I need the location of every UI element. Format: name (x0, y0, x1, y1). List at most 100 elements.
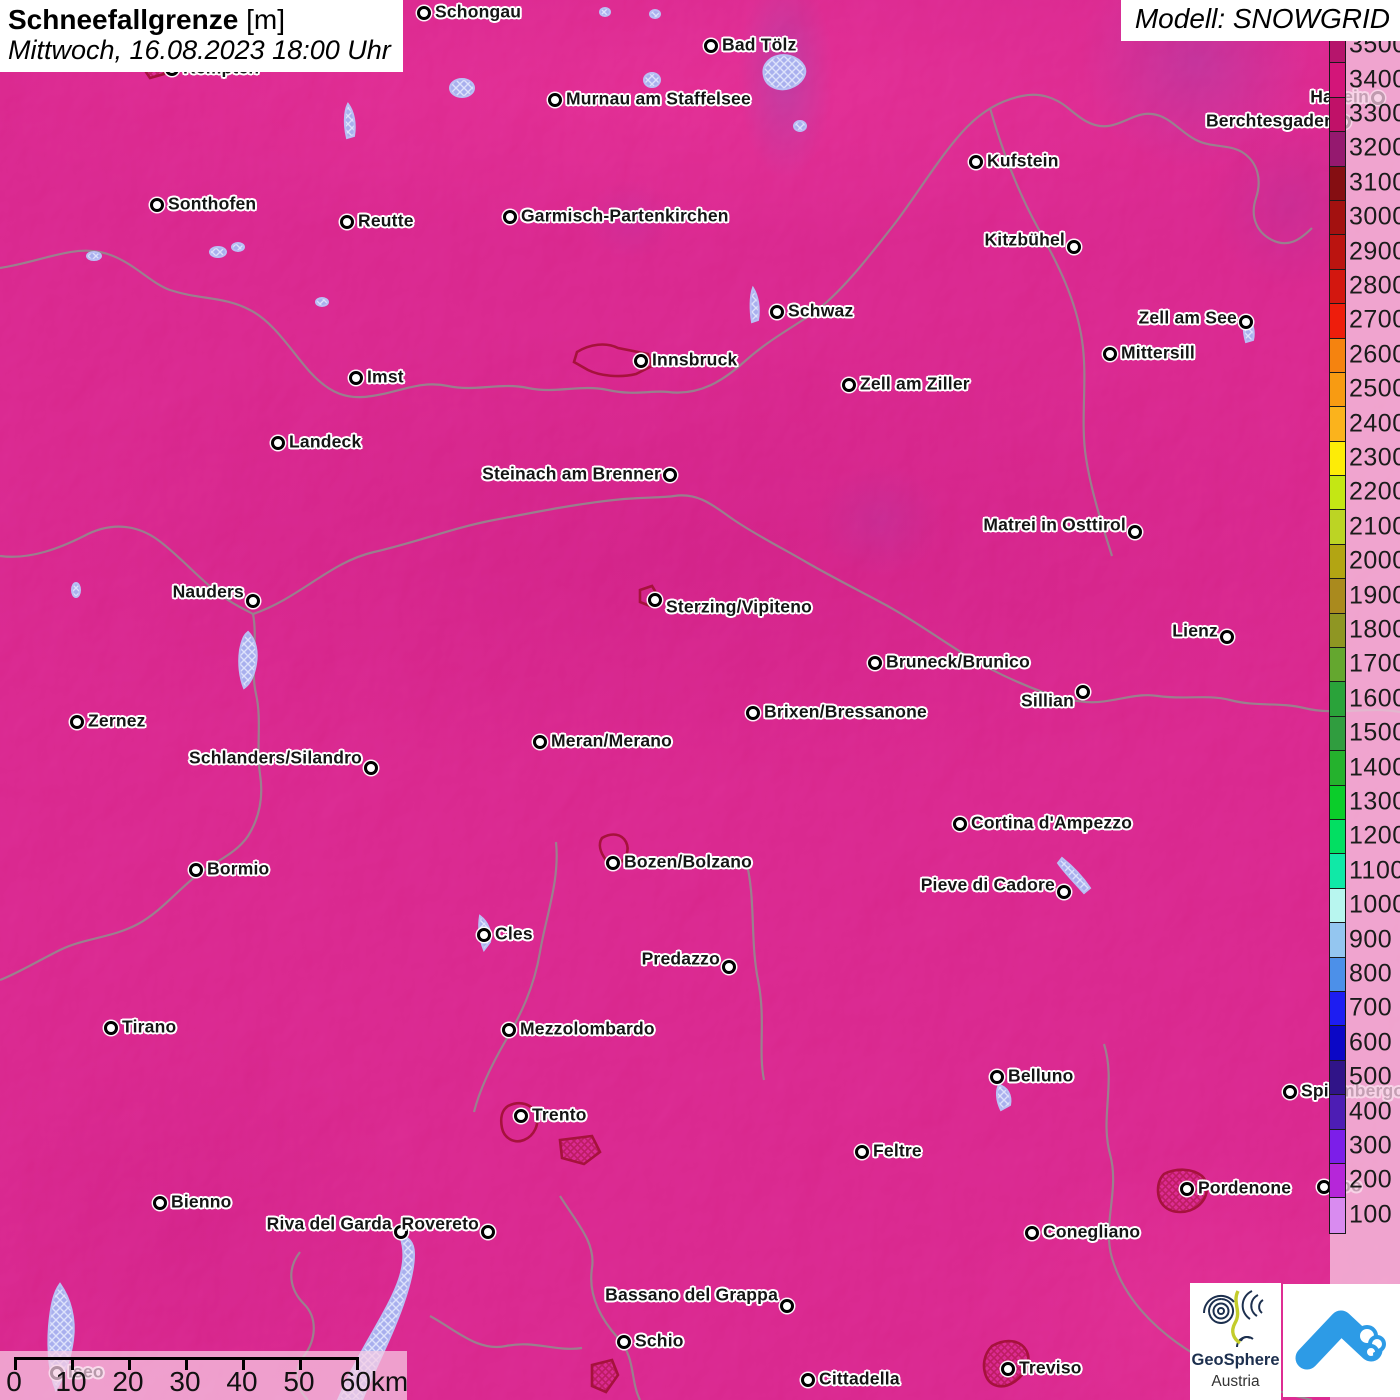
city-dot-cittadella (801, 1373, 815, 1387)
city-label-bozen-bolzano: Bozen/Bolzano (624, 851, 753, 872)
city-label-murnau-am-staffelsee: Murnau am Staffelsee (566, 88, 751, 109)
legend-color-step-900 (1330, 923, 1345, 958)
city-dot-brixen-bressanone (746, 706, 760, 720)
city-dot-zell-am-see (1239, 315, 1253, 329)
city-label-cles: Cles (495, 923, 533, 944)
city-label-kitzb-hel: Kitzbühel (984, 229, 1065, 250)
city-label-schwaz: Schwaz (788, 300, 854, 321)
legend-value-100: 100 (1349, 1200, 1393, 1229)
legend-color-step-2300 (1330, 441, 1345, 477)
legend-color-step-600 (1330, 1026, 1345, 1061)
city-label-zell-am-ziller: Zell am Ziller (860, 373, 970, 394)
city-label-trento: Trento (532, 1104, 587, 1125)
legend-value-1800: 1800 (1349, 615, 1400, 644)
legend-color-step-3300 (1330, 97, 1345, 133)
legend-color-step-2700 (1330, 304, 1345, 339)
legend-value-1100: 1100 (1349, 856, 1400, 885)
legend-color-step-2600 (1330, 338, 1345, 373)
legend-value-900: 900 (1349, 925, 1393, 954)
city-dot-mezzolombardo (502, 1023, 516, 1037)
legend-value-2300: 2300 (1349, 443, 1400, 472)
city-label-nauders: Nauders (172, 581, 244, 602)
city-label-meran-merano: Meran/Merano (551, 730, 673, 751)
legend-color-step-500 (1330, 1060, 1345, 1096)
scalebar-label-50: 50 (283, 1366, 315, 1397)
city-dot-zell-am-ziller (842, 378, 856, 392)
geosphere-logo-text: GeoSphere (1191, 1351, 1280, 1369)
legend-color-step-200 (1330, 1163, 1345, 1199)
legend-value-1300: 1300 (1349, 787, 1400, 816)
legend-color-step-3400 (1330, 63, 1345, 98)
legend-value-2100: 2100 (1349, 512, 1400, 541)
city-label-sillian: Sillian (1021, 690, 1074, 711)
city-label-cortina-d-ampezzo: Cortina d'Ampezzo (971, 812, 1133, 833)
legend-value-600: 600 (1349, 1028, 1393, 1057)
legend-color-step-2400 (1330, 407, 1345, 442)
city-dot-bormio (189, 863, 203, 877)
legend-value-1400: 1400 (1349, 753, 1400, 782)
city-dot-cles (477, 928, 491, 942)
city-label-landeck: Landeck (289, 431, 362, 452)
city-dot-bruneck-brunico (868, 656, 882, 670)
city-dot-murnau-am-staffelsee (548, 93, 562, 107)
city-dot-innsbruck (634, 354, 648, 368)
city-dot-bienno (153, 1196, 167, 1210)
legend-value-3100: 3100 (1349, 168, 1400, 197)
city-label-sonthofen: Sonthofen (168, 193, 257, 214)
geosphere-logo-subtext: Austria (1211, 1373, 1260, 1390)
city-label-riva-del-garda: Riva del Garda (266, 1213, 392, 1234)
city-dot-kufstein (969, 155, 983, 169)
city-dot-treviso (1001, 1362, 1015, 1376)
city-dot-belluno (990, 1070, 1004, 1084)
legend-value-3300: 3300 (1349, 99, 1400, 128)
city-dot-zernez (70, 715, 84, 729)
city-label-bruneck-brunico: Bruneck/Brunico (886, 651, 1030, 672)
city-dot-meran-merano (533, 735, 547, 749)
city-label-matrei-in-osttirol: Matrei in Osttirol (983, 514, 1126, 535)
legend-value-200: 200 (1349, 1165, 1393, 1194)
legend-value-1000: 1000 (1349, 890, 1400, 919)
legend-color-step-1800 (1330, 613, 1345, 649)
legend-value-2200: 2200 (1349, 477, 1400, 506)
legend-value-2600: 2600 (1349, 340, 1400, 369)
map-title-panel: Schneefallgrenze [m] Mittwoch, 16.08.202… (0, 0, 403, 72)
legend-color-step-1900 (1330, 579, 1345, 614)
city-dot-cortina-d-ampezzo (953, 817, 967, 831)
snowfall-limit-map: SchongauBad TölzKemptenMurnau am Staffel… (0, 0, 1400, 1400)
geosphere-swirl-icon (1202, 1290, 1264, 1348)
city-label-berchtesgaden: Berchtesgaden (1205, 110, 1335, 131)
city-label-imst: Imst (367, 366, 404, 387)
city-label-rovereto: Rovereto (401, 1213, 479, 1234)
city-dot-tirano (104, 1021, 118, 1035)
city-dot-bassano-del-grappa (780, 1299, 794, 1313)
city-dot-kitzb-hel (1067, 240, 1081, 254)
legend-color-step-2800 (1330, 269, 1345, 305)
scalebar-label-60km: 60km (339, 1366, 409, 1397)
city-dot-sterzing-vipiteno (648, 593, 662, 607)
legend-value-3400: 3400 (1349, 65, 1400, 94)
city-dot-bad-t-lz (704, 39, 718, 53)
scalebar-label-40: 40 (226, 1366, 258, 1397)
legend-color-step-1500 (1330, 716, 1345, 752)
city-label-conegliano: Conegliano (1043, 1221, 1141, 1242)
map-title-quantity: Schneefallgrenze (8, 4, 239, 35)
legend-color-step-800 (1330, 957, 1345, 992)
city-label-tirano: Tirano (122, 1016, 177, 1037)
city-label-predazzo: Predazzo (641, 948, 720, 969)
map-title-unit: [m] (238, 4, 285, 35)
city-dot-rovereto (481, 1225, 495, 1239)
legend-value-1500: 1500 (1349, 718, 1400, 747)
map-valid-time: Mittwoch, 16.08.2023 18:00 Uhr (8, 35, 391, 65)
legend-value-3000: 3000 (1349, 202, 1400, 231)
model-label: Modell: SNOWGRID (1134, 3, 1390, 34)
city-label-bad-t-lz: Bad Tölz (722, 34, 797, 55)
legend-color-step-1400 (1330, 751, 1345, 786)
legend-value-2700: 2700 (1349, 305, 1400, 334)
city-dot-matrei-in-osttirol (1128, 525, 1142, 539)
legend-value-2900: 2900 (1349, 237, 1400, 266)
city-dot-schio (617, 1335, 631, 1349)
legend-value-2000: 2000 (1349, 546, 1400, 575)
city-dot-sillian (1076, 685, 1090, 699)
city-label-innsbruck: Innsbruck (652, 349, 738, 370)
legend-value-400: 400 (1349, 1097, 1393, 1126)
